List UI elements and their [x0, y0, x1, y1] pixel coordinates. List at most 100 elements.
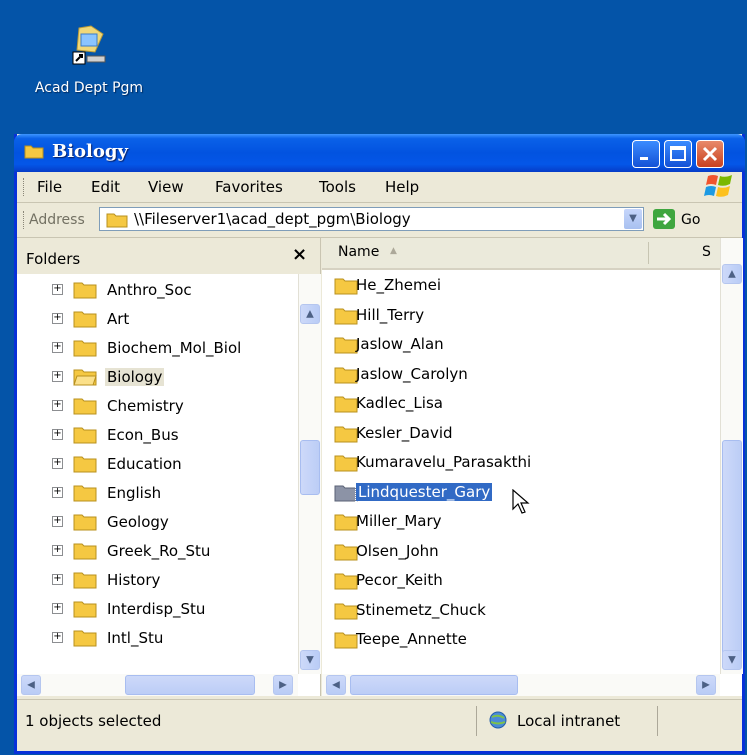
go-label[interactable]: Go: [681, 212, 700, 228]
minimize-button[interactable]: [632, 140, 660, 168]
files-vertical-scrollbar[interactable]: ▲ ▼: [720, 238, 743, 674]
tree-item[interactable]: + Greek_Ro_Stu: [17, 539, 297, 565]
tree-item[interactable]: + English: [17, 481, 297, 507]
scroll-thumb[interactable]: [300, 440, 320, 495]
folder-icon: [106, 212, 128, 228]
tree-item[interactable]: + Geology: [17, 510, 297, 536]
go-arrow-icon: [657, 212, 672, 226]
scroll-left-button[interactable]: ◀: [326, 675, 346, 695]
maximize-button[interactable]: [664, 140, 692, 168]
tree-item[interactable]: + Art: [17, 307, 297, 333]
tree-item[interactable]: + Biology: [17, 365, 297, 391]
expand-icon[interactable]: +: [52, 516, 63, 527]
file-list-item[interactable]: Lindquester_Gary: [334, 479, 714, 514]
file-item-label: Olsen_John: [356, 541, 439, 560]
toolbar-grip[interactable]: [23, 211, 26, 229]
tree-item[interactable]: + Econ_Bus: [17, 423, 297, 449]
tree-item[interactable]: + History: [17, 568, 297, 594]
file-item-label: Teepe_Annette: [356, 630, 467, 648]
file-list-item[interactable]: Olsen_John: [334, 538, 714, 564]
scroll-right-button[interactable]: ▶: [273, 675, 293, 695]
address-dropdown-button[interactable]: ▼: [624, 209, 642, 229]
file-list-item[interactable]: Pecor_Keith: [334, 567, 714, 593]
folder-icon: [334, 454, 358, 472]
file-item-label: Hill_Terry: [356, 305, 425, 324]
scroll-up-button[interactable]: ▲: [722, 264, 742, 284]
expand-icon[interactable]: +: [52, 574, 63, 585]
scroll-up-button[interactable]: ▲: [300, 304, 320, 324]
files-horizontal-scrollbar[interactable]: ◀ ▶: [322, 674, 720, 696]
folders-vertical-scrollbar[interactable]: ▲ ▼: [298, 274, 321, 674]
file-list-item[interactable]: Jaslow_Carolyn: [334, 361, 714, 387]
title-bar[interactable]: Biology: [14, 134, 745, 172]
file-item-label: Kesler_David: [356, 423, 453, 442]
menu-edit[interactable]: Edit: [91, 178, 120, 196]
folders-pane: Folders × + Anthro_Soc + Art + Biochem_Mol_Bi…: [17, 238, 321, 696]
expand-icon[interactable]: +: [52, 632, 63, 643]
file-list-item[interactable]: Kumaravelu_Parasakthi: [334, 449, 714, 475]
scroll-right-button[interactable]: ▶: [696, 675, 716, 695]
expand-icon[interactable]: +: [52, 603, 63, 614]
expand-icon[interactable]: +: [52, 400, 63, 411]
scroll-thumb[interactable]: [350, 675, 518, 695]
expand-icon[interactable]: +: [52, 487, 63, 498]
column-divider[interactable]: [648, 242, 649, 264]
tree-item-label: Anthro_Soc: [107, 281, 192, 299]
toolbar-grip[interactable]: [23, 178, 26, 196]
scroll-down-button[interactable]: ▼: [300, 650, 320, 670]
address-input[interactable]: \\Fileserver1\acad_dept_pgm\Biology ▼: [99, 207, 644, 231]
file-item-label: Miller_Mary: [356, 512, 442, 530]
file-list-item[interactable]: Jaslow_Alan: [334, 331, 714, 357]
expand-icon[interactable]: +: [52, 313, 63, 324]
file-list-item[interactable]: Miller_Mary: [334, 508, 714, 534]
address-bar: Address \\Fileserver1\acad_dept_pgm\Biol…: [17, 203, 742, 238]
folders-close-button[interactable]: ×: [292, 244, 307, 265]
menu-favorites[interactable]: Favorites: [215, 178, 283, 196]
folder-icon: [334, 395, 358, 413]
tree-item[interactable]: + Chemistry: [17, 394, 297, 420]
expand-icon[interactable]: +: [52, 342, 63, 353]
menu-view[interactable]: View: [148, 178, 184, 196]
folder-icon: [334, 543, 358, 561]
folder-icon: [73, 484, 97, 502]
status-bar: 1 objects selected Local intranet: [17, 699, 742, 740]
folders-title: Folders: [26, 250, 81, 268]
folder-icon: [334, 631, 358, 649]
menu-help[interactable]: Help: [385, 178, 419, 196]
file-item-label: He_Zhemei: [356, 276, 442, 294]
scroll-thumb[interactable]: [125, 675, 255, 695]
folder-icon: [334, 513, 358, 531]
expand-icon[interactable]: +: [52, 284, 63, 295]
scroll-thumb[interactable]: [722, 440, 742, 666]
folder-icon: [73, 339, 97, 357]
file-list-item[interactable]: He_Zhemei: [334, 272, 714, 298]
tree-item[interactable]: + Biochem_Mol_Biol: [17, 336, 297, 362]
tree-item[interactable]: + Intl_Stu: [17, 626, 297, 652]
expand-icon[interactable]: +: [52, 545, 63, 556]
tree-item[interactable]: + Education: [17, 452, 297, 478]
expand-icon[interactable]: +: [52, 458, 63, 469]
go-button[interactable]: [653, 209, 675, 229]
scroll-left-button[interactable]: ◀: [21, 675, 41, 695]
scroll-down-button[interactable]: ▼: [722, 650, 742, 670]
tree-item[interactable]: + Interdisp_Stu: [17, 597, 297, 623]
expand-icon[interactable]: +: [52, 371, 63, 382]
file-list-item[interactable]: Hill_Terry: [334, 302, 714, 328]
file-list-item[interactable]: Kadlec_Lisa: [334, 390, 714, 416]
menu-tools[interactable]: Tools: [319, 178, 356, 196]
expand-icon[interactable]: +: [52, 429, 63, 440]
file-list-item[interactable]: Kesler_David: [334, 420, 714, 446]
close-button[interactable]: [696, 140, 724, 168]
file-list-item[interactable]: Stinemetz_Chuck: [334, 597, 714, 623]
tree-item[interactable]: + Anthro_Soc: [17, 278, 297, 304]
menu-file[interactable]: File: [37, 178, 62, 196]
folders-horizontal-scrollbar[interactable]: ◀ ▶: [17, 674, 298, 696]
file-list-item[interactable]: Teepe_Annette: [334, 626, 714, 652]
folder-window-icon: [24, 143, 44, 159]
desktop-shortcut-acad-dept-pgm[interactable]: Acad Dept Pgm: [14, 20, 164, 96]
column-header-name[interactable]: Name: [338, 244, 379, 260]
status-divider: [657, 706, 658, 736]
shared-folder-shortcut-icon: [69, 20, 109, 68]
shortcut-label: Acad Dept Pgm: [34, 80, 144, 96]
column-header-size[interactable]: S: [702, 244, 711, 260]
